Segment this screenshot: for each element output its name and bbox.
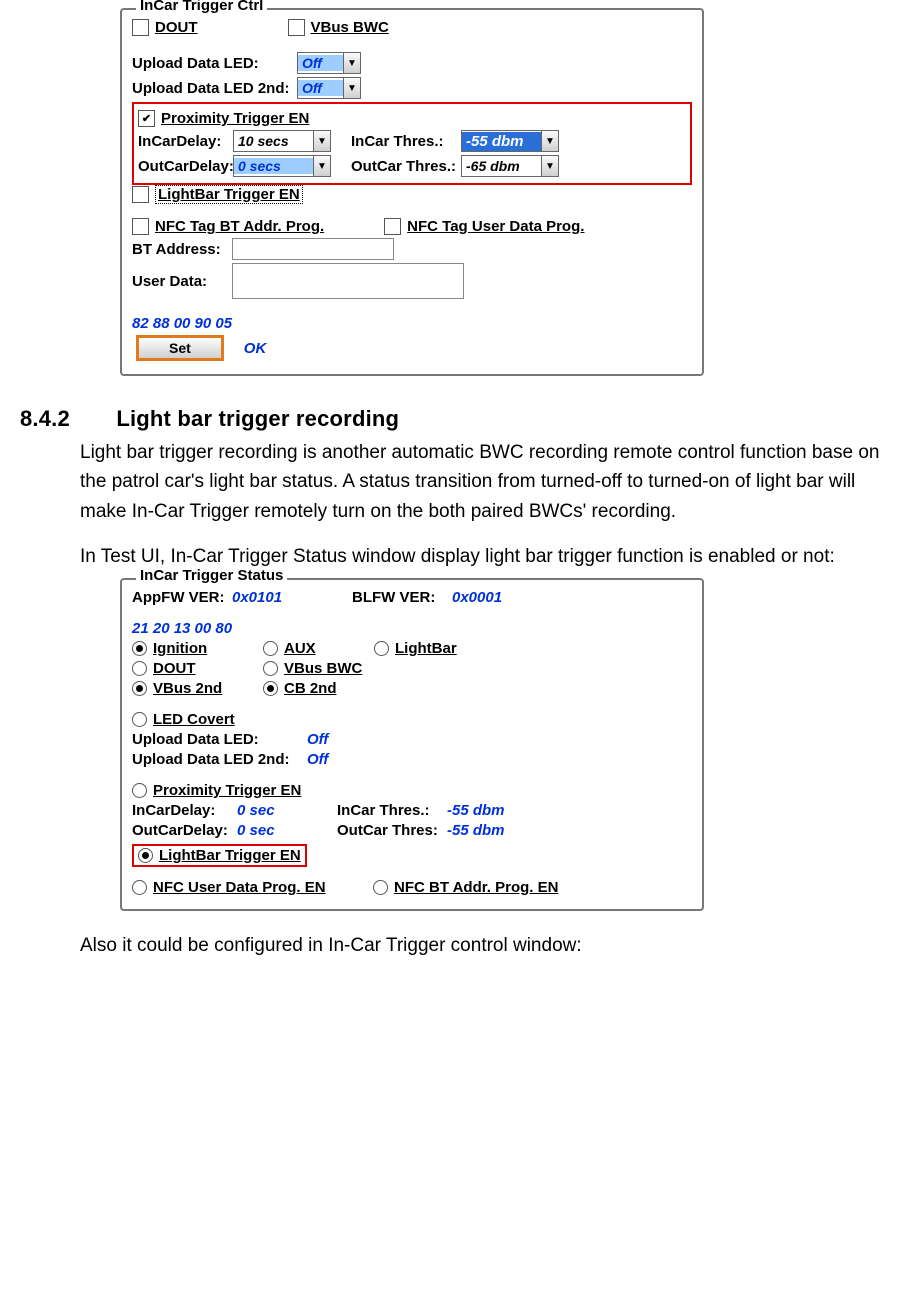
upload-led-2nd-dropdown[interactable]: Off ▼ bbox=[297, 77, 361, 99]
chevron-down-icon: ▼ bbox=[343, 53, 360, 73]
upload-led-2nd-value: Off bbox=[298, 80, 343, 96]
proximity-trigger-checkbox[interactable] bbox=[138, 110, 155, 127]
chevron-down-icon: ▼ bbox=[541, 131, 558, 151]
proximity-trigger-label: Proximity Trigger EN bbox=[161, 110, 309, 127]
ignition-label: Ignition bbox=[153, 640, 263, 657]
blfw-ver-label: BLFW VER: bbox=[352, 589, 452, 606]
nfc-bt-label: NFC Tag BT Addr. Prog. bbox=[155, 218, 324, 235]
bt-address-label: BT Address: bbox=[132, 241, 232, 258]
incar-delay-dropdown[interactable]: 10 secs ▼ bbox=[233, 130, 331, 152]
aux-radio[interactable] bbox=[263, 641, 278, 656]
set-button[interactable]: Set bbox=[136, 335, 224, 361]
incar-delay-value: 10 secs bbox=[234, 133, 313, 149]
vbus-bwc-checkbox[interactable] bbox=[288, 19, 305, 36]
appfw-ver-label: AppFW VER: bbox=[132, 589, 232, 606]
outcar-thres-value: -55 dbm bbox=[447, 822, 505, 839]
lightbar-trigger-label: LightBar Trigger EN bbox=[155, 185, 303, 204]
upload-led-value: Off bbox=[298, 55, 343, 71]
panel-legend: InCar Trigger Ctrl bbox=[136, 0, 267, 14]
nfc-user-data-label: NFC User Data Prog. EN bbox=[153, 879, 373, 896]
outcar-delay-dropdown[interactable]: 0 secs ▼ bbox=[233, 155, 331, 177]
section-paragraph-1: Light bar trigger recording is another a… bbox=[80, 438, 898, 526]
upload-led-2nd-label: Upload Data LED 2nd: bbox=[132, 80, 297, 97]
outcar-delay-label: OutCarDelay: bbox=[132, 822, 237, 839]
chevron-down-icon: ▼ bbox=[313, 156, 330, 176]
proximity-trigger-label: Proximity Trigger EN bbox=[153, 782, 301, 799]
nfc-user-data-radio[interactable] bbox=[132, 880, 147, 895]
appfw-ver-value: 0x0101 bbox=[232, 589, 352, 606]
cb-2nd-label: CB 2nd bbox=[284, 680, 337, 697]
chevron-down-icon: ▼ bbox=[343, 78, 360, 98]
vbus-2nd-label: VBus 2nd bbox=[153, 680, 263, 697]
incar-thres-label: InCar Thres.: bbox=[337, 802, 447, 819]
nfc-bt-addr-radio[interactable] bbox=[373, 880, 388, 895]
bt-address-input[interactable] bbox=[232, 238, 394, 260]
outcar-delay-value: 0 secs bbox=[234, 158, 313, 174]
chevron-down-icon: ▼ bbox=[541, 156, 558, 176]
nfc-bt-addr-label: NFC BT Addr. Prog. EN bbox=[394, 879, 558, 896]
outcar-delay-value: 0 sec bbox=[237, 822, 337, 839]
panel-legend: InCar Trigger Status bbox=[136, 567, 287, 584]
dout-checkbox[interactable] bbox=[132, 19, 149, 36]
lightbar-trigger-checkbox[interactable] bbox=[132, 186, 149, 203]
upload-led-label: Upload Data LED: bbox=[132, 55, 297, 72]
ok-status: OK bbox=[244, 340, 267, 357]
outcar-delay-label: OutCarDelay: bbox=[138, 158, 233, 175]
incar-delay-value: 0 sec bbox=[237, 802, 337, 819]
section-title: Light bar trigger recording bbox=[116, 406, 399, 431]
section-heading: 8.4.2 Light bar trigger recording bbox=[20, 406, 898, 432]
proximity-trigger-radio[interactable] bbox=[132, 783, 147, 798]
upload-led-label: Upload Data LED: bbox=[132, 731, 307, 748]
proximity-trigger-highlight: Proximity Trigger EN InCarDelay: 10 secs… bbox=[132, 102, 692, 185]
vbus-bwc-label: VBus BWC bbox=[284, 660, 362, 677]
incar-trigger-status-panel: InCar Trigger Status AppFW VER: 0x0101 B… bbox=[120, 578, 704, 911]
hex-code: 82 88 00 90 05 bbox=[132, 315, 232, 332]
nfc-userdata-label: NFC Tag User Data Prog. bbox=[407, 218, 584, 235]
user-data-input[interactable] bbox=[232, 263, 464, 299]
outcar-thres-label: OutCar Thres.: bbox=[351, 158, 461, 175]
incar-thres-label: InCar Thres.: bbox=[351, 133, 461, 150]
incar-delay-label: InCarDelay: bbox=[138, 133, 233, 150]
blfw-ver-value: 0x0001 bbox=[452, 589, 502, 606]
incar-thres-value: -55 dbm bbox=[462, 132, 541, 151]
outcar-thres-value: -65 dbm bbox=[462, 158, 541, 174]
section-paragraph-3: Also it could be configured in In-Car Tr… bbox=[80, 933, 898, 959]
vbus-bwc-radio[interactable] bbox=[263, 661, 278, 676]
led-covert-radio[interactable] bbox=[132, 712, 147, 727]
chevron-down-icon: ▼ bbox=[313, 131, 330, 151]
incar-trigger-ctrl-panel: InCar Trigger Ctrl DOUT VBus BWC Upload … bbox=[120, 8, 704, 376]
section-number: 8.4.2 bbox=[20, 406, 110, 432]
incar-thres-dropdown[interactable]: -55 dbm ▼ bbox=[461, 130, 559, 152]
incar-delay-label: InCarDelay: bbox=[132, 802, 237, 819]
nfc-bt-checkbox[interactable] bbox=[132, 218, 149, 235]
status-hex-code: 21 20 13 00 80 bbox=[132, 620, 232, 637]
vbus-bwc-label: VBus BWC bbox=[311, 19, 389, 36]
aux-label: AUX bbox=[284, 640, 374, 657]
cb-2nd-radio[interactable] bbox=[263, 681, 278, 696]
incar-thres-value: -55 dbm bbox=[447, 802, 505, 819]
outcar-thres-label: OutCar Thres: bbox=[337, 822, 447, 839]
lightbar-radio[interactable] bbox=[374, 641, 389, 656]
user-data-label: User Data: bbox=[132, 273, 232, 290]
vbus-2nd-radio[interactable] bbox=[132, 681, 147, 696]
upload-led-dropdown[interactable]: Off ▼ bbox=[297, 52, 361, 74]
dout-radio[interactable] bbox=[132, 661, 147, 676]
dout-label: DOUT bbox=[153, 660, 263, 677]
outcar-thres-dropdown[interactable]: -65 dbm ▼ bbox=[461, 155, 559, 177]
lightbar-label: LightBar bbox=[395, 640, 457, 657]
upload-led-2nd-label: Upload Data LED 2nd: bbox=[132, 751, 307, 768]
upload-led-value: Off bbox=[307, 731, 328, 748]
upload-led-2nd-value: Off bbox=[307, 751, 328, 768]
lightbar-trigger-label: LightBar Trigger EN bbox=[159, 847, 301, 864]
ignition-radio[interactable] bbox=[132, 641, 147, 656]
led-covert-label: LED Covert bbox=[153, 711, 235, 728]
dout-label: DOUT bbox=[155, 19, 198, 36]
lightbar-trigger-radio[interactable] bbox=[138, 848, 153, 863]
nfc-userdata-checkbox[interactable] bbox=[384, 218, 401, 235]
lightbar-trigger-highlight: LightBar Trigger EN bbox=[132, 844, 307, 867]
